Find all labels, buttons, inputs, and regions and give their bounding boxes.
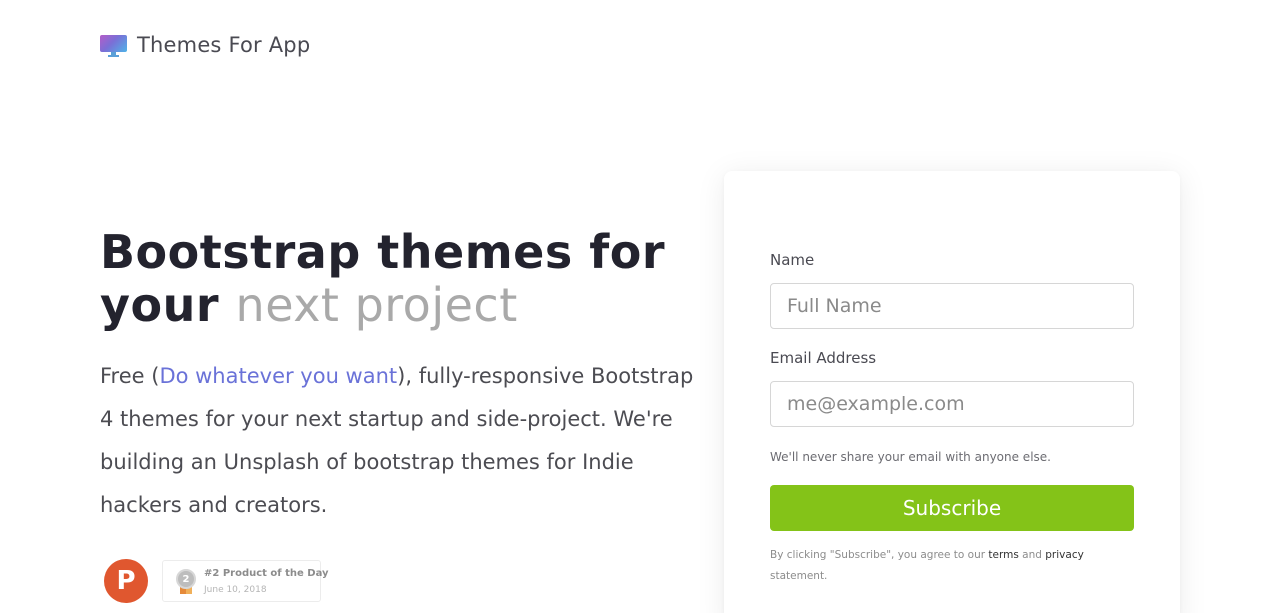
medal-number: 2 xyxy=(182,573,190,585)
badge-date: June 10, 2018 xyxy=(204,585,267,595)
email-label: Email Address xyxy=(770,349,877,367)
name-label: Name xyxy=(770,251,815,269)
email-input[interactable] xyxy=(770,381,1134,427)
legal-and: and xyxy=(1018,549,1046,561)
hero-title: Bootstrap themes for your next project xyxy=(100,226,700,332)
hero-title-part-2: your xyxy=(100,278,220,332)
hero-description: Free (Do whatever you want), fully-respo… xyxy=(100,355,700,527)
name-input[interactable] xyxy=(770,283,1134,329)
product-hunt-logo-letter: P xyxy=(116,566,136,596)
subscribe-card: Name Email Address We'll never share you… xyxy=(724,171,1180,613)
product-hunt-badge[interactable]: 2 #2 Product of the Day June 10, 2018 xyxy=(162,560,329,602)
brand-name: Themes For App xyxy=(137,33,311,57)
privacy-link[interactable]: privacy xyxy=(1045,549,1084,561)
license-link[interactable]: Do whatever you want xyxy=(159,364,397,388)
terms-link[interactable]: terms xyxy=(988,549,1018,561)
legal-suffix: statement. xyxy=(770,570,828,582)
subscribe-button[interactable]: Subscribe xyxy=(770,485,1134,531)
legal-prefix: By clicking "Subscribe", you agree to ou… xyxy=(770,549,989,561)
product-hunt-logo-icon[interactable]: P xyxy=(104,559,148,603)
legal-text: By clicking "Subscribe", you agree to ou… xyxy=(770,545,1134,587)
monitor-logo-icon xyxy=(100,33,127,57)
hero-title-highlight: next project xyxy=(235,278,518,332)
badge-title: #2 Product of the Day xyxy=(204,568,329,579)
medal-icon: 2 xyxy=(176,569,196,589)
hero-title-part-1: Bootstrap themes for xyxy=(100,225,666,279)
brand-link[interactable]: Themes For App xyxy=(100,33,310,57)
hero-desc-prefix: Free ( xyxy=(100,364,160,388)
email-help-text: We'll never share your email with anyone… xyxy=(770,450,1051,464)
